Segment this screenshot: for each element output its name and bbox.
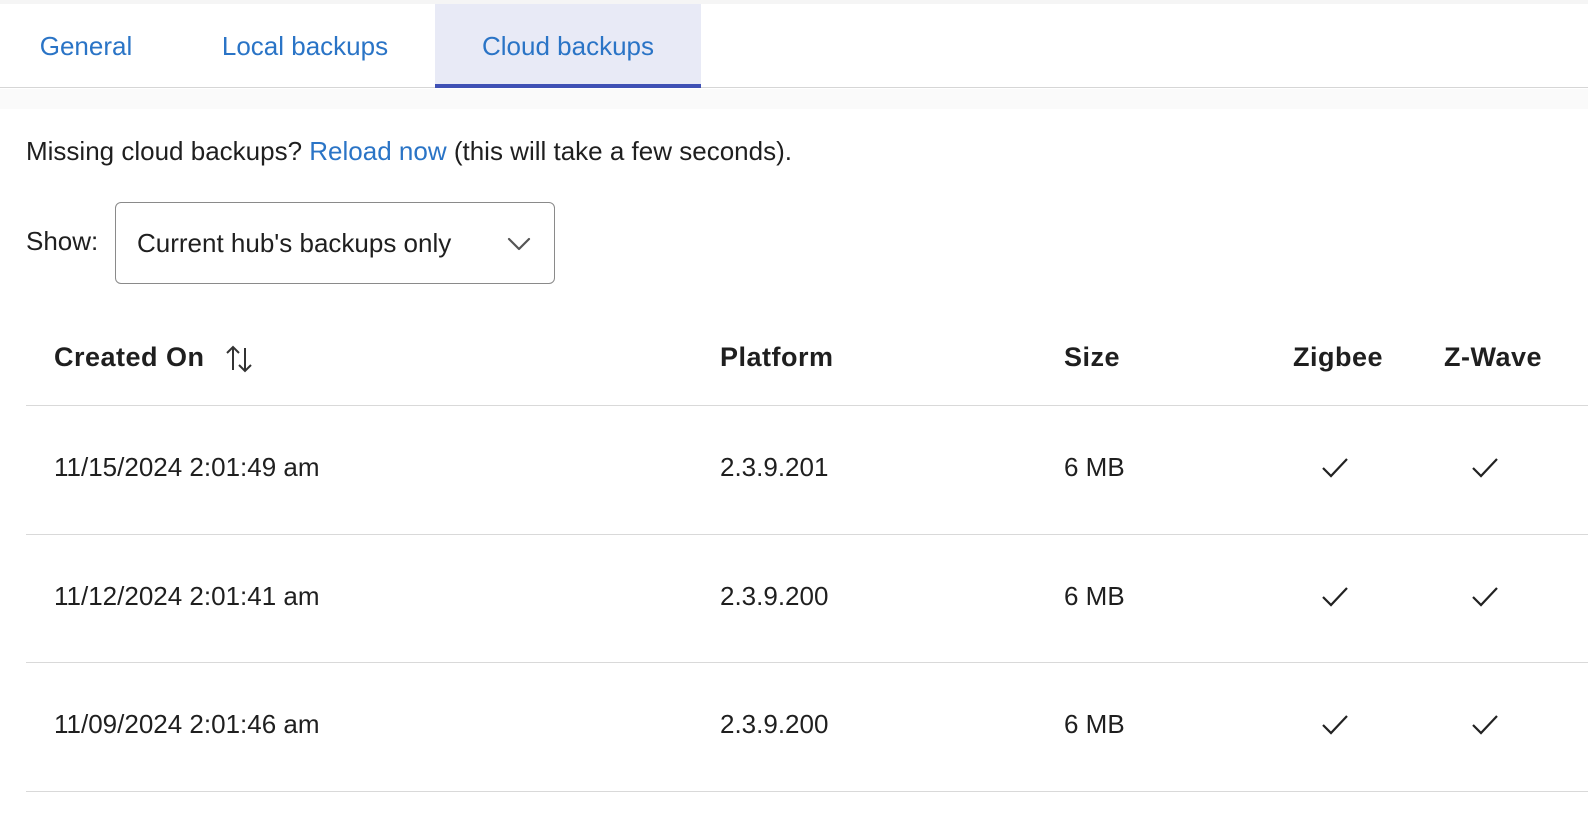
table-header: Created On Platform Size Zigbee Z-Wave — [26, 312, 1588, 406]
table-row[interactable]: 11/09/2024 2:01:46 am 2.3.9.200 6 MB — [26, 663, 1588, 792]
cell-platform: 2.3.9.201 — [720, 452, 829, 482]
cell-platform: 2.3.9.200 — [720, 580, 829, 611]
zwave-check-icon — [1472, 715, 1498, 735]
table-row[interactable]: 11/12/2024 2:01:41 am 2.3.9.200 6 MB — [26, 535, 1588, 663]
tab-cloud-backups[interactable]: Cloud backups — [435, 4, 701, 88]
tab-local-backups[interactable]: Local backups — [196, 4, 414, 88]
table-row[interactable]: 11/15/2024 2:01:49 am 2.3.9.201 6 MB — [26, 406, 1588, 535]
notice-prefix: Missing cloud backups? — [26, 136, 303, 166]
tab-subbar — [0, 89, 1588, 109]
tab-bar: General Local backups Cloud backups — [0, 4, 1588, 88]
header-created-on[interactable]: Created On — [54, 342, 255, 375]
zigbee-check-icon — [1322, 586, 1348, 607]
show-filter-select[interactable]: Current hub's backups only — [115, 202, 555, 284]
zigbee-check-icon — [1322, 458, 1348, 478]
show-filter-value: Current hub's backups only — [137, 227, 452, 258]
cell-created-on: 11/12/2024 2:01:41 am — [54, 580, 320, 611]
header-size: Size — [1064, 342, 1121, 372]
zigbee-check-icon — [1322, 715, 1348, 735]
cell-size: 6 MB — [1064, 709, 1125, 739]
header-created-on-label: Created On — [54, 342, 205, 372]
reload-now-link[interactable]: Reload now — [309, 136, 446, 166]
cell-size: 6 MB — [1064, 580, 1125, 611]
zwave-check-icon — [1472, 458, 1498, 478]
cell-platform: 2.3.9.200 — [720, 709, 829, 739]
chevron-down-icon — [507, 237, 531, 251]
cell-created-on: 11/09/2024 2:01:46 am — [54, 709, 320, 739]
header-zwave: Z-Wave — [1444, 342, 1543, 372]
tab-general[interactable]: General — [20, 4, 152, 88]
missing-backups-notice: Missing cloud backups? Reload now (this … — [26, 136, 792, 167]
backups-table: Created On Platform Size Zigbee Z-Wave 1… — [26, 312, 1588, 792]
sort-arrows-icon[interactable] — [223, 343, 255, 375]
cell-created-on: 11/15/2024 2:01:49 am — [54, 452, 320, 482]
notice-suffix: (this will take a few seconds). — [453, 136, 792, 166]
show-filter-label: Show: — [26, 226, 99, 256]
header-zigbee: Zigbee — [1293, 342, 1384, 372]
zwave-check-icon — [1472, 586, 1498, 607]
cell-size: 6 MB — [1064, 452, 1125, 482]
header-platform: Platform — [720, 342, 834, 372]
